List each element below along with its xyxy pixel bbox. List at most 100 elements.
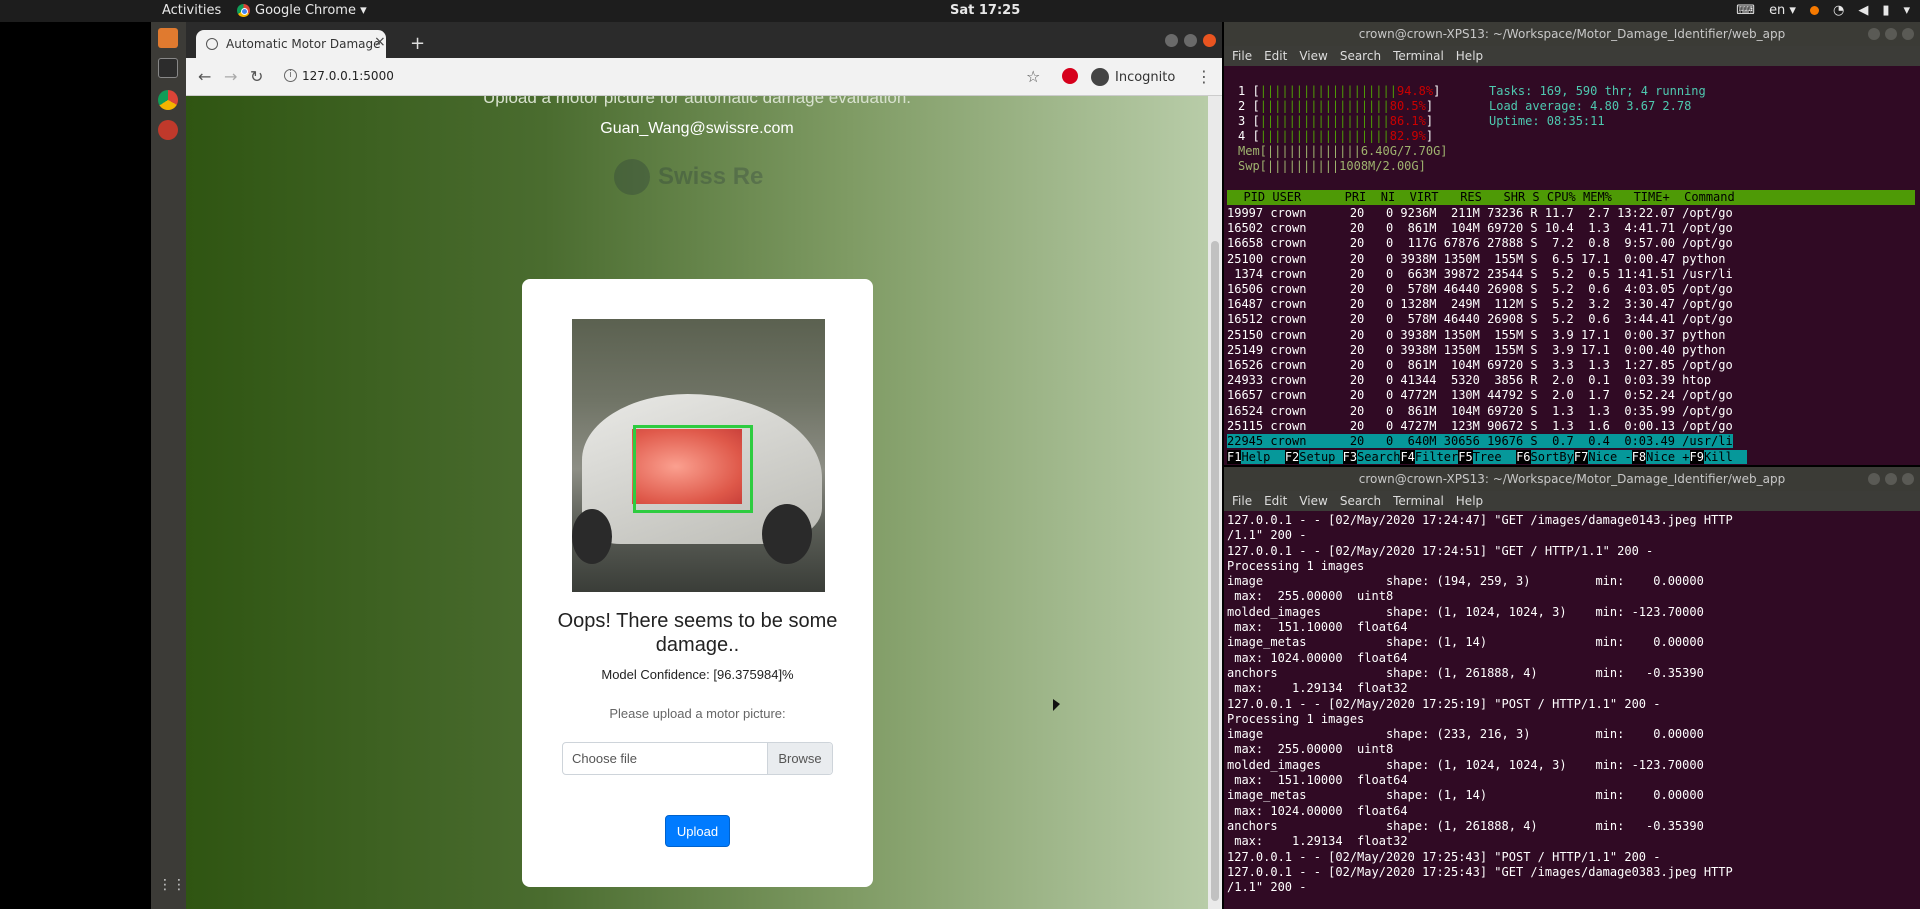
system-menu-arrow-icon[interactable]: ▾ — [1903, 3, 1910, 18]
browse-button[interactable]: Browse — [767, 743, 832, 774]
htop-process-row[interactable]: 16657 crown 20 0 4772M 130M 44792 S 2.0 … — [1227, 388, 1733, 402]
tab-title: Automatic Motor Damage — [226, 37, 381, 51]
htop-process-row[interactable]: 16512 crown 20 0 578M 46440 26908 S 5.2 … — [1227, 312, 1733, 326]
file-input-placeholder: Choose file — [572, 751, 638, 766]
extension-icon[interactable] — [1062, 68, 1078, 84]
function-key[interactable]: F3 — [1342, 450, 1358, 464]
htop-process-row[interactable]: 16524 crown 20 0 861M 104M 69720 S 1.3 1… — [1227, 404, 1733, 418]
terminal-server-log[interactable]: crown@crown-XPS13: ~/Workspace/Motor_Dam… — [1224, 467, 1920, 909]
htop-process-row[interactable]: 19997 crown 20 0 9236M 211M 73236 R 11.7… — [1227, 206, 1733, 220]
terminal-app-icon[interactable] — [158, 58, 178, 78]
file-input[interactable]: Choose file Browse — [562, 742, 833, 775]
function-key[interactable]: F2 — [1284, 450, 1300, 464]
notification-icon[interactable] — [1809, 6, 1819, 15]
function-key[interactable]: F5 — [1458, 450, 1473, 464]
htop-process-row[interactable]: 25149 crown 20 0 3938M 1350M 155M S 3.9 … — [1227, 343, 1726, 357]
chrome-menu-icon[interactable]: ⋮ — [1196, 67, 1212, 86]
close-window-icon[interactable] — [1902, 28, 1914, 40]
htop-process-row[interactable]: 24933 crown 20 0 41344 5320 3856 R 2.0 0… — [1227, 373, 1711, 387]
htop-process-row[interactable]: 22945 crown 20 0 640M 30656 19676 S 0.7 … — [1227, 434, 1733, 448]
function-key-label: Tree — [1472, 450, 1517, 464]
keyboard-icon[interactable]: ⌨ — [1736, 3, 1755, 18]
menu-search[interactable]: Search — [1340, 49, 1381, 63]
htop-function-keys: F1Help F2Setup F3SearchF4FilterF5Tree F6… — [1227, 450, 1915, 465]
function-key-label: Search — [1357, 450, 1401, 464]
language-indicator[interactable]: en ▾ — [1769, 3, 1796, 18]
htop-process-row[interactable]: 16487 crown 20 0 1328M 249M 112M S 5.2 3… — [1227, 297, 1733, 311]
function-key-label: Help — [1241, 450, 1285, 464]
menu-view[interactable]: View — [1299, 49, 1327, 63]
close-window-icon[interactable] — [1203, 34, 1216, 47]
minimize-icon[interactable] — [1868, 473, 1880, 485]
app-icon[interactable] — [158, 120, 178, 140]
menu-file[interactable]: File — [1232, 494, 1252, 508]
reload-icon[interactable]: ↻ — [250, 67, 263, 86]
maximize-icon[interactable] — [1184, 34, 1197, 47]
menu-edit[interactable]: Edit — [1264, 494, 1287, 508]
maximize-icon[interactable] — [1885, 473, 1897, 485]
menu-view[interactable]: View — [1299, 494, 1327, 508]
incognito-icon — [1091, 68, 1109, 86]
htop-swp-meter: Swp[||||||||||1008M/2.00G] — [1238, 159, 1426, 173]
minimize-icon[interactable] — [1165, 34, 1178, 47]
forward-arrow-icon[interactable]: → — [224, 67, 237, 86]
swiss-re-logo-text: Swiss Re — [658, 163, 764, 190]
menu-terminal[interactable]: Terminal — [1393, 49, 1444, 63]
info-icon[interactable]: i — [284, 69, 297, 82]
bookmark-star-icon[interactable]: ☆ — [1026, 67, 1040, 86]
htop-header[interactable]: PID USER PRI NI VIRT RES SHR S CPU% MEM%… — [1227, 190, 1915, 205]
clock[interactable]: Sat 17:25 — [950, 3, 1020, 18]
function-key[interactable]: F8 — [1631, 450, 1647, 464]
battery-icon[interactable]: ▮ — [1882, 3, 1889, 18]
url-text: 127.0.0.1:5000 — [302, 69, 394, 83]
globe-icon — [206, 38, 218, 50]
swiss-re-logo-mark — [614, 159, 650, 195]
function-key[interactable]: F7 — [1573, 450, 1589, 464]
htop-process-row[interactable]: 25150 crown 20 0 3938M 1350M 155M S 3.9 … — [1227, 328, 1726, 342]
htop-process-row[interactable]: 16506 crown 20 0 578M 46440 26908 S 5.2 … — [1227, 282, 1733, 296]
close-window-icon[interactable] — [1902, 473, 1914, 485]
menu-search[interactable]: Search — [1340, 494, 1381, 508]
address-bar[interactable]: i 127.0.0.1:5000 — [280, 63, 1036, 90]
htop-process-row[interactable]: 25115 crown 20 0 4727M 123M 90672 S 1.3 … — [1227, 419, 1733, 433]
ubuntu-dock: ⋮⋮ — [151, 22, 186, 909]
htop-process-row[interactable]: 25100 crown 20 0 3938M 1350M 155M S 6.5 … — [1227, 252, 1726, 266]
function-key[interactable]: F9 — [1689, 450, 1704, 464]
terminal-htop[interactable]: crown@crown-XPS13: ~/Workspace/Motor_Dam… — [1224, 22, 1920, 465]
system-tray[interactable]: ⌨ en ▾ ◔ ◀ ▮ ▾ — [1736, 3, 1910, 18]
htop-process-row[interactable]: 16658 crown 20 0 117G 67876 27888 S 7.2 … — [1227, 236, 1733, 250]
app-menu[interactable]: Google Chrome ▾ — [237, 3, 367, 18]
function-key[interactable]: F4 — [1400, 450, 1415, 464]
upload-button[interactable]: Upload — [665, 815, 730, 847]
menu-help[interactable]: Help — [1456, 494, 1483, 508]
browser-tab[interactable]: Automatic Motor Damage — [196, 30, 386, 58]
upload-card: Oops! There seems to be some damage.. Mo… — [522, 279, 873, 887]
function-key[interactable]: F6 — [1516, 450, 1531, 464]
htop-process-row[interactable]: 16502 crown 20 0 861M 104M 69720 S 10.4 … — [1227, 221, 1733, 235]
maximize-icon[interactable] — [1885, 28, 1897, 40]
menu-edit[interactable]: Edit — [1264, 49, 1287, 63]
tab-close-icon[interactable]: × — [374, 34, 386, 50]
menu-help[interactable]: Help — [1456, 49, 1483, 63]
volume-icon[interactable]: ◀ — [1858, 3, 1868, 18]
minimize-icon[interactable] — [1868, 28, 1880, 40]
function-key-label: Nice - — [1588, 450, 1632, 464]
new-tab-button[interactable]: + — [410, 33, 425, 54]
htop-process-row[interactable]: 1374 crown 20 0 663M 39872 23544 S 5.2 0… — [1227, 267, 1733, 281]
activities-button[interactable]: Activities — [162, 3, 221, 18]
back-arrow-icon[interactable]: ← — [198, 67, 211, 86]
incognito-indicator[interactable]: Incognito — [1091, 68, 1175, 86]
wifi-icon[interactable]: ◔ — [1833, 3, 1844, 18]
menu-terminal[interactable]: Terminal — [1393, 494, 1444, 508]
show-applications-icon[interactable]: ⋮⋮ — [158, 877, 186, 897]
scrollbar-thumb[interactable] — [1211, 241, 1219, 901]
window-controls — [1165, 34, 1216, 47]
page-scrollbar[interactable] — [1208, 96, 1222, 909]
analyzed-car-image — [572, 319, 825, 592]
menu-file[interactable]: File — [1232, 49, 1252, 63]
htop-uptime: Uptime: 08:35:11 — [1489, 114, 1605, 128]
function-key[interactable]: F1 — [1227, 450, 1242, 464]
files-app-icon[interactable] — [158, 28, 178, 48]
htop-process-row[interactable]: 16526 crown 20 0 861M 104M 69720 S 3.3 1… — [1227, 358, 1733, 372]
chrome-app-icon[interactable] — [158, 90, 178, 110]
